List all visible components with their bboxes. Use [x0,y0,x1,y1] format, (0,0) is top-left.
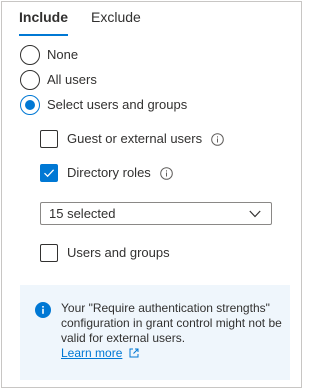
info-message: Your "Require authentication strengths" … [61,301,283,361]
radio-select-users-and-groups[interactable]: Select users and groups [20,95,187,115]
info-message-bar: Your "Require authentication strengths" … [20,285,290,380]
dropdown-selected-value: 15 selected [49,205,116,221]
assignment-panel: Include Exclude None All users Select us… [1,1,302,388]
radio-all-users-label: All users [47,72,97,87]
checkmark-icon [44,169,55,178]
radio-all-users-button[interactable] [20,70,40,90]
directory-roles-dropdown[interactable]: 15 selected [40,202,272,225]
radio-none-label: None [47,47,79,62]
directory-roles-checkbox[interactable] [40,164,58,182]
radio-select-users-and-groups-button[interactable] [20,95,40,115]
guest-checkbox[interactable] [40,130,58,148]
directory-roles-label: Directory roles [67,165,151,180]
tab-include[interactable]: Include [19,8,69,36]
info-icon[interactable] [159,166,173,180]
tab-exclude[interactable]: Exclude [91,8,141,36]
info-message-text: Your "Require authentication strengths" … [61,301,282,345]
radio-none-button[interactable] [20,45,40,65]
external-link-icon[interactable] [129,348,139,358]
info-icon[interactable] [211,132,224,146]
guest-checkbox-label: Guest or external users [67,131,203,146]
checkbox-users-and-groups[interactable]: Users and groups [40,243,170,263]
learn-more-link[interactable]: Learn more [61,346,122,360]
info-icon [35,302,51,318]
checkbox-directory-roles[interactable]: Directory roles [40,163,173,183]
radio-select-users-and-groups-label: Select users and groups [47,97,188,112]
learn-more-label: Learn more [61,346,123,360]
radio-all-users[interactable]: All users [20,70,97,90]
users-and-groups-label: Users and groups [67,245,170,260]
checkbox-guest-external-users[interactable]: Guest or external users [40,129,224,149]
radio-none[interactable]: None [20,45,78,65]
users-and-groups-checkbox[interactable] [40,244,58,262]
chevron-down-icon [249,210,261,217]
tab-bar: Include Exclude [19,8,141,36]
